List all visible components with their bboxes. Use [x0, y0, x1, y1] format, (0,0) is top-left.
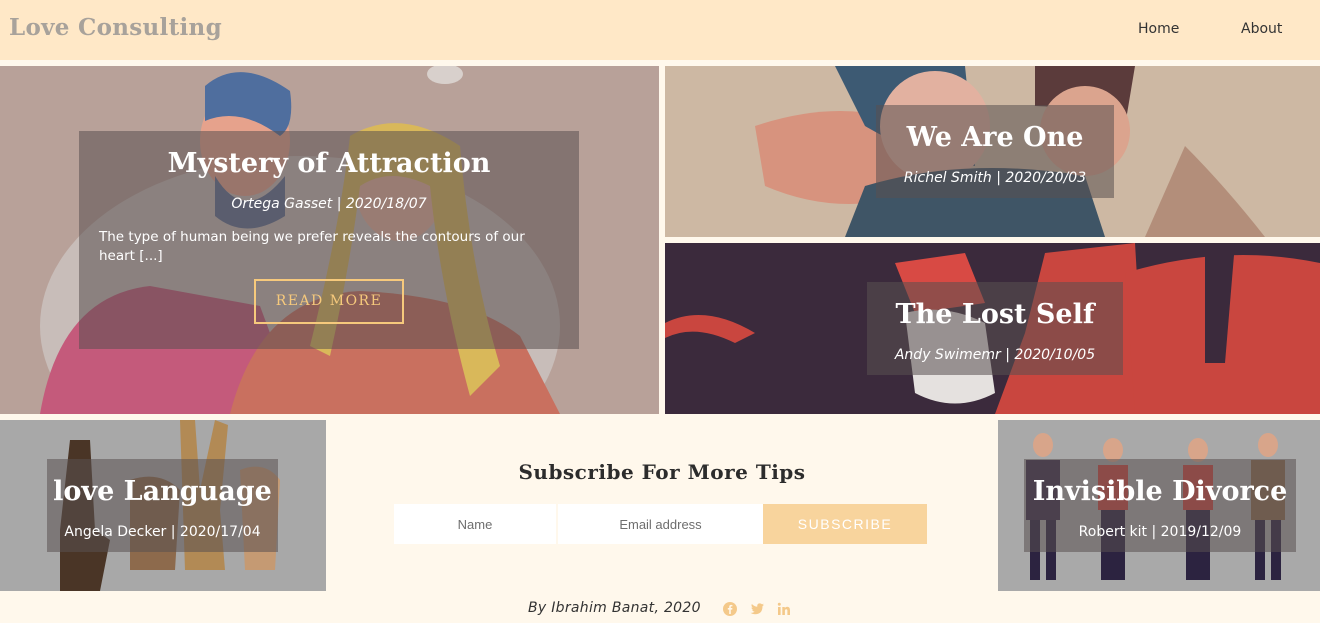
article-tile-invisible-divorce[interactable]: Invisible Divorce Robert kit | 2019/12/0…: [998, 420, 1320, 591]
article-title[interactable]: Mystery of Attraction: [79, 148, 579, 179]
article-card-we-are-one: We Are One Richel Smith | 2020/20/03: [876, 105, 1114, 198]
facebook-icon[interactable]: [722, 601, 738, 617]
brand-logo[interactable]: Love Consulting: [9, 14, 222, 41]
article-card-invisible-divorce: Invisible Divorce Robert kit | 2019/12/0…: [1024, 459, 1296, 552]
twitter-icon[interactable]: [749, 601, 765, 617]
footer-credit: By Ibrahim Banat, 2020: [528, 600, 701, 616]
linkedin-icon[interactable]: [776, 601, 792, 617]
subscribe-button[interactable]: SUBSCRIBE: [763, 504, 927, 544]
article-tile-lost-self[interactable]: The Lost Self Andy Swimemr | 2020/10/05: [665, 243, 1320, 414]
article-tile-we-are-one[interactable]: We Are One Richel Smith | 2020/20/03: [665, 66, 1320, 237]
article-title[interactable]: The Lost Self: [867, 299, 1123, 330]
article-title[interactable]: We Are One: [876, 122, 1114, 153]
nav-about[interactable]: About: [1241, 21, 1282, 37]
name-input[interactable]: [394, 504, 556, 544]
nav-home[interactable]: Home: [1138, 21, 1179, 37]
article-meta: Andy Swimemr | 2020/10/05: [894, 347, 1096, 363]
subscribe-title: Subscribe For More Tips: [518, 460, 806, 484]
site-header: Love Consulting Home About: [0, 0, 1320, 60]
article-card-lost-self: The Lost Self Andy Swimemr | 2020/10/05: [867, 282, 1123, 375]
article-title[interactable]: Invisible Divorce: [1024, 476, 1296, 507]
article-meta: Angela Decker | 2020/17/04: [64, 524, 261, 540]
article-title[interactable]: love Language: [47, 476, 278, 507]
article-meta: Ortega Gasset | 2020/18/07: [231, 196, 427, 212]
article-tile-mystery[interactable]: Mystery of Attraction Ortega Gasset | 20…: [0, 66, 659, 414]
article-meta: Robert kit | 2019/12/09: [1078, 524, 1242, 540]
article-tile-love-language[interactable]: love Language Angela Decker | 2020/17/04: [0, 420, 326, 591]
article-excerpt: The type of human being we prefer reveal…: [99, 229, 525, 264]
email-input[interactable]: [558, 504, 763, 544]
article-card-love-language: love Language Angela Decker | 2020/17/04: [47, 459, 278, 552]
read-more-button[interactable]: READ MORE: [254, 279, 404, 324]
article-meta: Richel Smith | 2020/20/03: [903, 170, 1087, 186]
